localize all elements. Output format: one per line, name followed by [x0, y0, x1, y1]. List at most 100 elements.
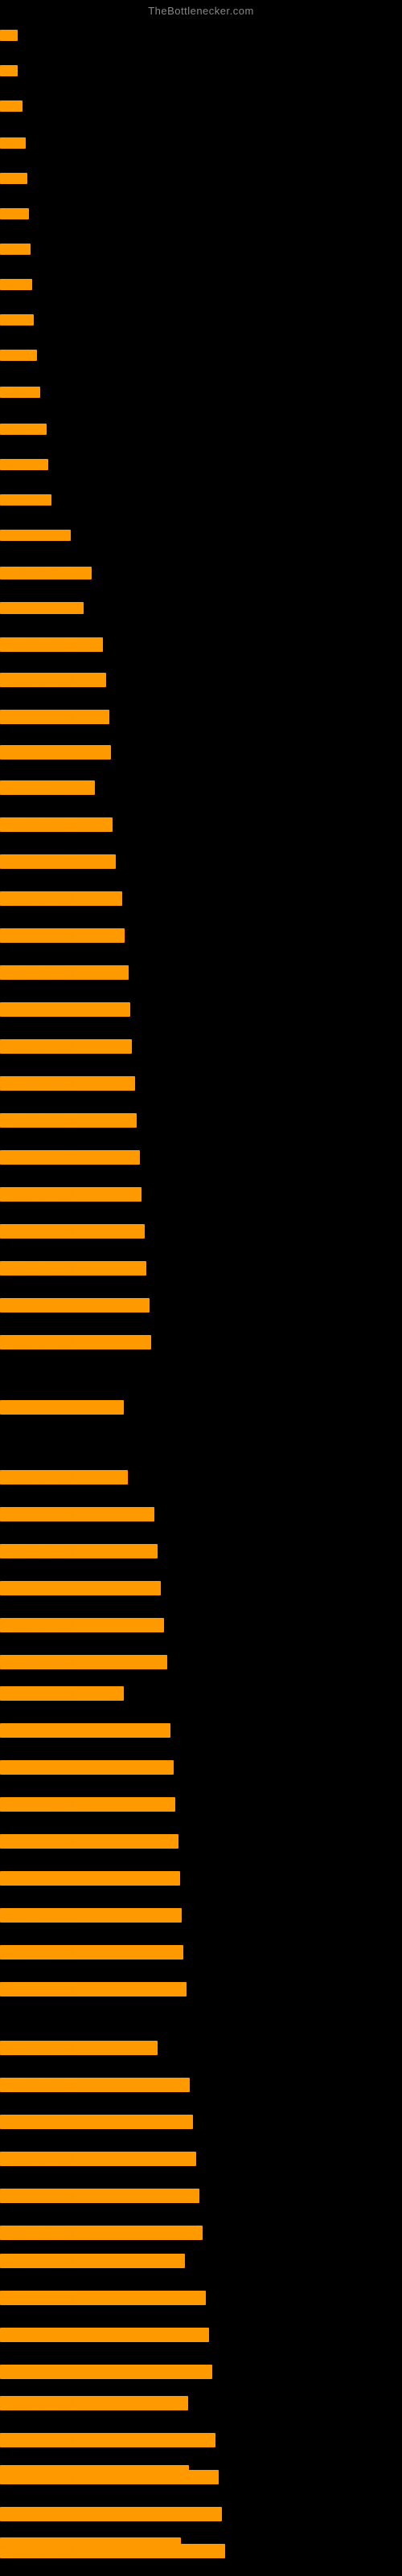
- bar-row: Bottleneck result: [0, 1794, 402, 1815]
- bar-label: Bo: [0, 65, 18, 76]
- bar-row: Bottleneck result: [0, 2287, 402, 2308]
- bar-label: Bottleneck result: [0, 965, 129, 980]
- bar-label: Bottleneck result: [0, 2396, 188, 2410]
- bar-label: Bottleneck result: [0, 2226, 203, 2240]
- bar-row: Bottleneck result: [0, 925, 402, 946]
- bar-label: Bottleneck result: [0, 1982, 187, 1997]
- bar-label: Bottlen: [0, 424, 47, 435]
- bar-label: Bottl: [0, 350, 37, 361]
- bar-row: Bottleneck result: [0, 1831, 402, 1852]
- bar-row: Bottleneck result: [0, 1332, 402, 1353]
- bar-row: Bottleneck re: [0, 599, 402, 617]
- bar-label: Bottleneck result: [0, 1581, 161, 1595]
- bar-label: Bottleneck result: [0, 1002, 130, 1017]
- bar-row: Bottleneck result: [0, 1905, 402, 1926]
- bar-row: Bottleneck result: [0, 2467, 402, 2488]
- bar-label: Bottleneck result: [0, 1400, 124, 1415]
- bar-label: Bottleneck result: [0, 1076, 135, 1091]
- bar-row: Bottleneck result: [0, 1720, 402, 1741]
- bar-label: Bottleneck result: [0, 2470, 219, 2484]
- bar-row: Bo: [0, 62, 402, 80]
- bar-label: Bot: [0, 100, 23, 112]
- bar-row: Bottleneck result: [0, 1615, 402, 1636]
- bar-row: Bottleneck result: [0, 2324, 402, 2345]
- bar-row: Bottleneck result: [0, 1942, 402, 1963]
- bar-row: Bott: [0, 170, 402, 187]
- bar-label: Bottleneck result: [0, 1797, 175, 1812]
- bar-row: Bott: [0, 205, 402, 223]
- bar-label: Bottleneck result: [0, 637, 103, 652]
- bar-label: Bottleneck result: [0, 2254, 185, 2268]
- bar-row: Bottlen: [0, 491, 402, 509]
- bar-label: Bottleneck result: [0, 1834, 178, 1849]
- bar-row: Bottleneck result: [0, 1578, 402, 1599]
- bar-row: Bottleneck result: [0, 888, 402, 909]
- bar-row: Bottleneck result: [0, 634, 402, 655]
- bar-row: Bottleneck result: [0, 2111, 402, 2132]
- bar-row: Bottleneck result: [0, 2430, 402, 2451]
- bar-row: Bottleneck result: [0, 1036, 402, 1057]
- bar-label: Bottleneck result: [0, 1655, 167, 1669]
- bar-row: Bottleneck result: [0, 1652, 402, 1673]
- bar-row: Bottleneck result: [0, 1397, 402, 1418]
- bar-row: Bottleneck result: [0, 1147, 402, 1168]
- bar-label: Bottleneck result: [0, 1945, 183, 1960]
- bar-label: Bottleneck result: [0, 2189, 199, 2203]
- bar-label: Bott: [0, 208, 29, 219]
- bar-label: Bottleneck result: [0, 2115, 193, 2129]
- bar-label: Bottleneck result: [0, 1113, 137, 1128]
- bar-label: Bottleneck result: [0, 2328, 209, 2342]
- site-title: TheBottlenecker.com: [0, 0, 402, 20]
- bar-row: Bottlen: [0, 420, 402, 438]
- bar-label: Bottleneck re: [0, 602, 84, 614]
- bar-row: Bottleneck result: [0, 706, 402, 727]
- bar-row: Bottleneck result: [0, 1541, 402, 1562]
- bar-row: Bott: [0, 240, 402, 258]
- bar-row: Bottleneck result: [0, 2361, 402, 2382]
- bar-label: Bottleneck result: [0, 1686, 124, 1701]
- bar-row: Bottleneck result: [0, 962, 402, 983]
- bar-label: Bottleneck result: [0, 1760, 174, 1775]
- bar-label: Bottleneck result: [0, 1298, 150, 1313]
- bar-label: Bottleneck result: [0, 928, 125, 943]
- bar-label: Bott: [0, 279, 32, 290]
- bar-label: Bottleneck result: [0, 891, 122, 906]
- bar-label: Bottleneck result: [0, 854, 116, 869]
- bar-label: Bottleneck result: [0, 1470, 128, 1485]
- bar-label: Bottlen: [0, 494, 51, 506]
- bar-label: Bottleneck result: [0, 2433, 215, 2447]
- bar-label: Bottleneck result: [0, 1544, 158, 1558]
- bar-label: Bottleneck result: [0, 1187, 142, 1202]
- bar-row: Bottleneck result: [0, 851, 402, 872]
- bar-row: Bo: [0, 27, 402, 44]
- bar-label: Bottleneck result: [0, 1335, 151, 1349]
- bar-label: Bottleneck result: [0, 2152, 196, 2166]
- bar-row: Bottleneck result: [0, 1221, 402, 1242]
- bar-row: Bottleneck result: [0, 1757, 402, 1778]
- bar-label: Bottle: [0, 387, 40, 398]
- bar-row: Bottleneck resu: [0, 563, 402, 583]
- bar-row: Bottleneck result: [0, 1110, 402, 1131]
- bar-row: Bottleneck result: [0, 1295, 402, 1316]
- bar-label: Bottleneck resu: [0, 780, 95, 795]
- bar-row: Bottleneck result: [0, 1258, 402, 1279]
- bar-row: Bott: [0, 134, 402, 152]
- bar-row: Bottleneck result: [0, 2250, 402, 2271]
- bar-label: Bott: [0, 244, 31, 255]
- bar-label: Bottleneck result: [0, 2365, 212, 2379]
- bar-row: Bottleneck result: [0, 1467, 402, 1488]
- bar-label: Bottleneck result: [0, 1618, 164, 1632]
- bar-row: Bottleneck result: [0, 1683, 402, 1704]
- bar-label: Bott: [0, 137, 26, 149]
- bar-row: Bottleneck result: [0, 1979, 402, 2000]
- bar-label: Bottleneck result: [0, 2078, 190, 2092]
- bar-label: Bottleneck result: [0, 1908, 182, 1923]
- bar-label: Bottleneck result: [0, 1224, 145, 1239]
- bar-label: Bottleneck result: [0, 2291, 206, 2305]
- bar-row: Bottleneck result: [0, 1184, 402, 1205]
- bar-row: Bott: [0, 276, 402, 293]
- bar-label: Bo: [0, 30, 18, 41]
- bar-label: Bott: [0, 173, 27, 184]
- bar-label: Bottleneck result: [0, 710, 109, 724]
- bar-label: Bott: [0, 314, 34, 326]
